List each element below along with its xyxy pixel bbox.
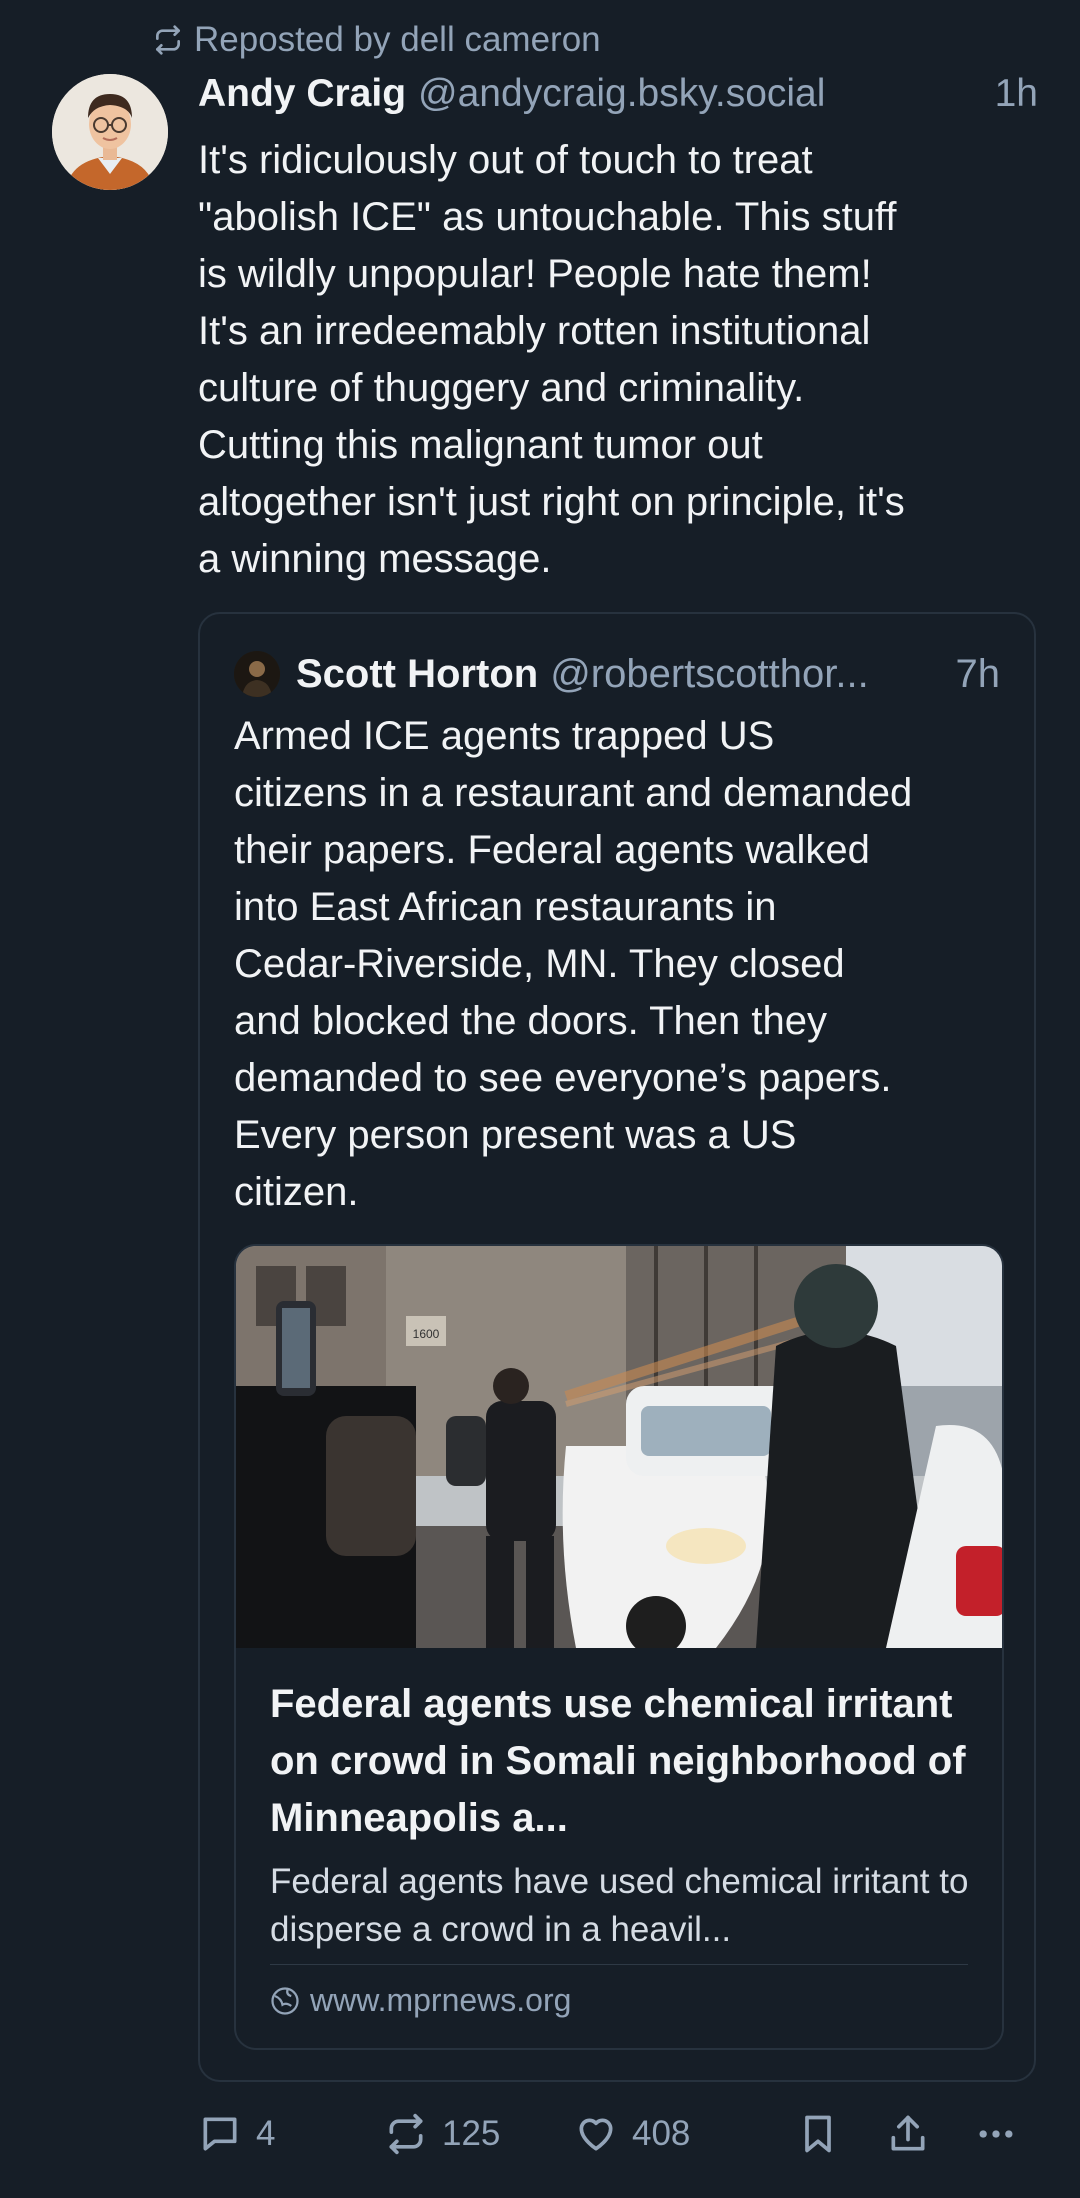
quote-header: Scott Horton @robertscotthor... 7h <box>234 644 1000 704</box>
quote-avatar-image <box>234 651 280 697</box>
author-avatar[interactable] <box>52 74 168 190</box>
quote-time[interactable]: 7h <box>956 652 1001 697</box>
like-button[interactable]: 408 <box>574 2112 690 2156</box>
bookmark-button[interactable] <box>796 2112 840 2156</box>
avatar-image <box>52 74 168 190</box>
globe-icon <box>271 1986 299 2015</box>
link-card-description: Federal agents have used chemical irrita… <box>270 1862 969 1949</box>
share-icon <box>891 2115 925 2151</box>
repost-indicator[interactable]: Reposted by dell cameron <box>152 20 601 60</box>
repost-label: Reposted by dell cameron <box>194 20 601 59</box>
more-button[interactable] <box>974 2112 1018 2156</box>
link-card-title: Federal agents use chemical irritant on … <box>270 1682 966 1840</box>
heart-icon <box>579 2118 613 2151</box>
post-actions: 4 125 408 <box>198 2112 1038 2172</box>
post[interactable]: Andy Craig @andycraig.bsky.social 1h It'… <box>198 72 1038 588</box>
more-icon <box>979 2130 1013 2138</box>
post-time[interactable]: 1h <box>995 72 1038 116</box>
repost-button[interactable]: 125 <box>384 2112 500 2156</box>
repost-icon <box>389 2113 423 2155</box>
building-sign: 1600 <box>413 1327 440 1341</box>
quote-author-avatar[interactable] <box>234 651 280 697</box>
repost-icon <box>156 25 180 55</box>
reply-count: 4 <box>256 2114 276 2153</box>
link-card-domain-text: www.mprnews.org <box>310 1982 572 2018</box>
repost-count: 125 <box>442 2114 501 2153</box>
quoted-post[interactable]: Scott Horton @robertscotthor... 7h Armed… <box>198 612 1036 2082</box>
share-button[interactable] <box>886 2112 930 2156</box>
quote-author-name[interactable]: Scott Horton <box>296 652 538 697</box>
link-card-divider <box>270 1964 968 1965</box>
reply-button[interactable]: 4 <box>198 2112 275 2156</box>
link-card[interactable]: 1600 Federal agents use chemical irritan… <box>234 1244 1004 2050</box>
reply-icon <box>203 2117 237 2151</box>
quote-text: Armed ICE agents trapped US citizens in … <box>234 714 913 1214</box>
link-card-image: 1600 <box>236 1246 1002 1648</box>
like-count: 408 <box>632 2114 691 2153</box>
quote-author-handle[interactable]: @robertscotthor... <box>550 652 869 697</box>
post-header: Andy Craig @andycraig.bsky.social 1h <box>198 72 1038 128</box>
author-name[interactable]: Andy Craig <box>198 72 406 116</box>
bookmark-icon <box>805 2115 831 2153</box>
link-card-domain: www.mprnews.org <box>270 1982 571 2019</box>
author-handle[interactable]: @andycraig.bsky.social <box>418 72 825 116</box>
post-text: It's ridiculously out of touch to treat … <box>198 138 905 581</box>
